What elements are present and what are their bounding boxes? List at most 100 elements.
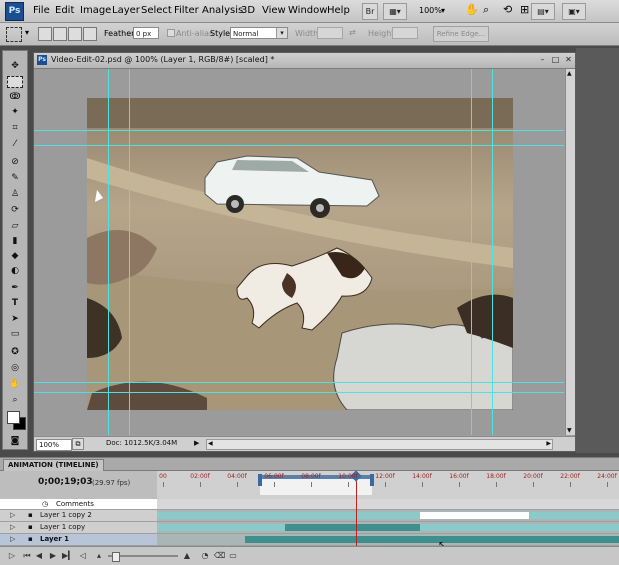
layer-duration-bar[interactable] bbox=[157, 524, 285, 531]
close-icon[interactable]: ✕ bbox=[563, 55, 574, 65]
expand-arrow-icon[interactable]: ▷ bbox=[10, 522, 15, 533]
crop-tool-icon[interactable]: ⌗ bbox=[6, 122, 24, 135]
layer-track[interactable] bbox=[157, 510, 619, 522]
menu-file[interactable]: File bbox=[33, 5, 50, 16]
magic-wand-tool-icon[interactable]: ✦ bbox=[6, 106, 24, 119]
style-select[interactable]: Normal ▾ bbox=[230, 27, 288, 39]
maximize-icon[interactable]: □ bbox=[550, 55, 561, 65]
zoom-in-icon[interactable]: ▲ bbox=[182, 551, 192, 561]
menu-3d[interactable]: 3D bbox=[241, 5, 255, 16]
vertical-scrollbar[interactable]: ▲ ▼ bbox=[565, 69, 575, 435]
guide-vertical[interactable] bbox=[471, 69, 472, 435]
history-brush-tool-icon[interactable]: ⟳ bbox=[6, 204, 24, 217]
current-timecode[interactable]: 0;00;19;03 bbox=[38, 477, 93, 487]
marquee-tool-icon[interactable] bbox=[7, 76, 23, 88]
zoom-dropdown-icon[interactable]: ▾ bbox=[441, 6, 445, 15]
eyedropper-tool-icon[interactable]: ⁄ bbox=[6, 138, 24, 151]
guides-icon[interactable]: ⊞ bbox=[520, 3, 529, 16]
screen-mode-button[interactable]: ▣▾ bbox=[562, 3, 586, 20]
tab-animation-timeline[interactable]: ANIMATION (TIMELINE) bbox=[3, 459, 104, 471]
menu-select[interactable]: Select bbox=[141, 5, 172, 16]
layer-duration-bar[interactable] bbox=[420, 524, 619, 531]
comments-track[interactable] bbox=[157, 499, 619, 510]
menu-help[interactable]: Help bbox=[327, 5, 350, 16]
first-frame-icon[interactable]: ⏮ bbox=[22, 551, 32, 561]
bridge-button[interactable]: Br bbox=[362, 3, 378, 20]
layer-track[interactable] bbox=[157, 522, 619, 534]
preset-dropdown-icon[interactable]: ▾ bbox=[25, 28, 29, 37]
guide-vertical[interactable] bbox=[492, 69, 493, 435]
stopwatch-icon[interactable]: ◷ bbox=[42, 499, 48, 510]
previous-frame-icon[interactable]: ◀ bbox=[34, 551, 44, 561]
menu-analysis[interactable]: Analysis bbox=[202, 5, 243, 16]
clone-stamp-tool-icon[interactable]: ♙ bbox=[6, 188, 24, 201]
swap-icon[interactable]: ⇄ bbox=[349, 28, 356, 37]
path-selection-tool-icon[interactable]: ➤ bbox=[6, 313, 24, 326]
width-input[interactable] bbox=[317, 27, 343, 39]
layer-duration-bar[interactable] bbox=[157, 512, 619, 519]
intersect-selection-icon[interactable] bbox=[83, 27, 97, 41]
guide-horizontal[interactable] bbox=[34, 392, 564, 393]
onion-skin-icon[interactable]: ◔ bbox=[200, 551, 210, 561]
extras-dropdown[interactable]: ▦▾ bbox=[383, 3, 407, 20]
blur-tool-icon[interactable]: ◆ bbox=[6, 250, 24, 263]
playhead-line[interactable] bbox=[356, 471, 357, 551]
arrange-documents-button[interactable]: ▤▾ bbox=[531, 3, 555, 20]
new-selection-icon[interactable] bbox=[38, 27, 52, 41]
menu-image[interactable]: Image bbox=[80, 5, 111, 16]
layer-row-selected[interactable]: ▷ ▪ Layer 1 bbox=[0, 534, 157, 546]
layer-row[interactable]: ▷ ▪ Layer 1 copy 2 bbox=[0, 510, 157, 522]
status-menu-icon[interactable]: ⧉ bbox=[72, 438, 84, 450]
layer-track[interactable] bbox=[157, 534, 619, 546]
minimize-icon[interactable]: – bbox=[537, 55, 548, 65]
canvas-area[interactable] bbox=[34, 69, 564, 435]
pen-tool-icon[interactable]: ✒ bbox=[6, 282, 24, 295]
zoom-tool-icon[interactable]: ⌕ bbox=[6, 394, 24, 407]
refine-edge-button[interactable]: Refine Edge... bbox=[433, 26, 489, 42]
horizontal-scrollbar[interactable]: ◀ ▶ bbox=[206, 439, 553, 450]
menu-filter[interactable]: Filter bbox=[174, 5, 199, 16]
healing-brush-tool-icon[interactable]: ⊘ bbox=[6, 156, 24, 169]
brush-tool-icon[interactable]: ✎ bbox=[6, 172, 24, 185]
layer-duration-bar[interactable] bbox=[245, 536, 619, 543]
play-icon[interactable]: ▶ bbox=[48, 551, 58, 561]
quick-mask-icon[interactable]: ◙ bbox=[6, 435, 24, 448]
guide-horizontal[interactable] bbox=[34, 130, 564, 131]
menu-window[interactable]: Window bbox=[288, 5, 327, 16]
scroll-up-icon[interactable]: ▲ bbox=[567, 70, 572, 77]
menu-edit[interactable]: Edit bbox=[55, 5, 74, 16]
hand-tool-icon[interactable]: ✋ bbox=[6, 378, 24, 391]
type-tool-icon[interactable]: T bbox=[6, 297, 24, 310]
scroll-down-icon[interactable]: ▼ bbox=[567, 427, 572, 434]
next-frame-icon[interactable]: ▶▎ bbox=[62, 551, 74, 561]
menu-view[interactable]: View bbox=[262, 5, 286, 16]
scroll-right-icon[interactable]: ▶ bbox=[546, 440, 551, 447]
timeline-zoom-knob[interactable] bbox=[112, 552, 120, 562]
guide-vertical[interactable] bbox=[108, 69, 109, 435]
add-to-selection-icon[interactable] bbox=[53, 27, 67, 41]
menu-layer[interactable]: Layer bbox=[112, 5, 140, 16]
marquee-tool-preset-icon[interactable] bbox=[6, 27, 22, 42]
work-area-start-handle[interactable] bbox=[258, 474, 262, 486]
hand-tool-icon[interactable]: ✋ bbox=[465, 3, 479, 16]
shape-tool-icon[interactable]: ▭ bbox=[6, 328, 24, 341]
audio-icon[interactable]: ◁ bbox=[78, 551, 88, 561]
status-arrow-icon[interactable]: ▶ bbox=[194, 439, 199, 447]
work-area-end-handle[interactable] bbox=[370, 474, 374, 486]
subtract-from-selection-icon[interactable] bbox=[68, 27, 82, 41]
layer-row[interactable]: ▷ ▪ Layer 1 copy bbox=[0, 522, 157, 534]
zoom-out-icon[interactable]: ▴ bbox=[94, 551, 104, 561]
move-tool-icon[interactable]: ✥ bbox=[6, 60, 24, 73]
guide-horizontal[interactable] bbox=[34, 382, 564, 383]
eraser-tool-icon[interactable]: ▱ bbox=[6, 220, 24, 233]
expand-arrow-icon[interactable]: ▷ bbox=[10, 534, 15, 545]
anti-alias-checkbox[interactable] bbox=[167, 29, 175, 37]
layer-duration-bar[interactable] bbox=[285, 524, 420, 531]
3d-rotate-tool-icon[interactable]: ✪ bbox=[6, 346, 24, 359]
guide-vertical[interactable] bbox=[129, 69, 130, 435]
feather-input[interactable]: 0 px bbox=[133, 27, 159, 39]
zoom-level[interactable]: 100% bbox=[419, 6, 442, 15]
delete-keyframe-icon[interactable]: ⌫ bbox=[214, 551, 225, 561]
zoom-tool-icon[interactable]: ⌕ bbox=[483, 3, 489, 17]
guide-horizontal[interactable] bbox=[34, 145, 564, 146]
